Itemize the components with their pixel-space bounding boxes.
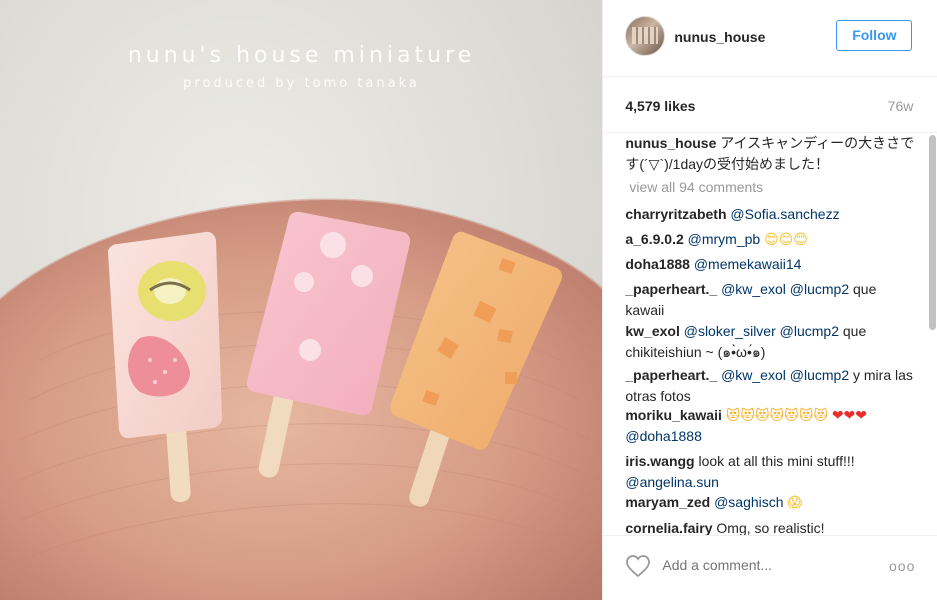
- more-options-icon[interactable]: ooo: [889, 558, 915, 574]
- mention-link[interactable]: @Sofia.sanchezz: [730, 206, 839, 222]
- comment-item: iris.wangg look at all this mini stuff!!…: [625, 451, 915, 493]
- comment-username[interactable]: maryam_zed: [625, 494, 710, 510]
- mention-link[interactable]: @angelina.sun: [625, 474, 719, 490]
- mention-link[interactable]: @lucmp2: [790, 281, 849, 297]
- post-header: nunus_house Follow: [603, 0, 937, 77]
- heart-icon[interactable]: [625, 554, 651, 578]
- comment-item: kw_exol @sloker_silver @lucmp2 que chiki…: [625, 321, 915, 363]
- comment-bar: ooo: [603, 535, 937, 601]
- comment-item: _paperheart._ @kw_exol @lucmp2 y mira la…: [625, 365, 915, 407]
- mention-link[interactable]: @saghisch: [714, 494, 783, 510]
- comment-item: charryritzabeth @Sofia.sanchezz: [625, 204, 915, 225]
- comment-text: look at all this mini stuff!!!: [698, 453, 855, 469]
- likes-count[interactable]: 4,579 likes: [625, 98, 695, 114]
- comment-username[interactable]: _paperheart._: [625, 281, 717, 297]
- emoji-yface-icon: 😱: [787, 494, 803, 510]
- comment-username[interactable]: iris.wangg: [625, 453, 694, 469]
- comment-item: _paperheart._ @kw_exol @lucmp2 que kawai…: [625, 279, 915, 321]
- mention-link[interactable]: @memekawaii14: [694, 256, 802, 272]
- mention-link[interactable]: @doha1888: [625, 428, 702, 444]
- comment-username[interactable]: cornelia.fairy: [625, 520, 712, 535]
- comments-scrollbar[interactable]: [929, 135, 936, 330]
- avatar[interactable]: [625, 16, 666, 56]
- emoji-cat-icon: 😻😻😻😻😻😻😻: [725, 407, 828, 423]
- comment-item: moriku_kawaii 😻😻😻😻😻😻😻 ❤❤❤ @doha1888: [625, 405, 915, 447]
- mention-link[interactable]: @lucmp2: [790, 367, 849, 383]
- mention-link[interactable]: @sloker_silver: [684, 323, 776, 339]
- mention-link[interactable]: @lucmp2: [780, 323, 839, 339]
- post-sidebar: nunus_house Follow 4,579 likes 76w nunus…: [602, 0, 937, 600]
- comment-username[interactable]: moriku_kawaii: [625, 407, 722, 423]
- comment-username[interactable]: kw_exol: [625, 323, 679, 339]
- watermark-title: nunu's house miniature: [127, 43, 476, 68]
- comment-item: doha1888 @memekawaii14: [625, 254, 915, 275]
- view-all-comments-link[interactable]: view all 94 comments: [629, 179, 763, 195]
- comment-item: maryam_zed @saghisch 😱: [625, 492, 915, 513]
- comment-username[interactable]: doha1888: [625, 256, 690, 272]
- post-username[interactable]: nunus_house: [674, 29, 765, 45]
- emoji-yface-icon: 😊😊😊: [764, 231, 808, 247]
- comment-username[interactable]: charryritzabeth: [625, 206, 726, 222]
- comment-item: cornelia.fairy Omg, so realistic!: [625, 518, 915, 535]
- caption-username[interactable]: nunus_house: [625, 135, 716, 151]
- add-comment-input[interactable]: [662, 557, 873, 573]
- comment-username[interactable]: a_6.9.0.2: [625, 231, 683, 247]
- comment-item: a_6.9.0.2 @mrym_pb 😊😊😊: [625, 229, 915, 250]
- follow-button[interactable]: Follow: [836, 20, 913, 51]
- post-age[interactable]: 76w: [888, 98, 914, 114]
- mention-link[interactable]: @kw_exol: [721, 367, 786, 383]
- mention-link[interactable]: @kw_exol: [721, 281, 786, 297]
- emoji-heart-icon: ❤❤❤: [831, 407, 868, 423]
- comment-text: Omg, so realistic!: [716, 520, 825, 535]
- watermark-subtitle: produced by tomo tanaka: [183, 76, 420, 91]
- mention-link[interactable]: @mrym_pb: [688, 231, 761, 247]
- caption: nunus_house アイスキャンディーの大きさです(´▽`)/1dayの受付…: [625, 133, 915, 175]
- post-photo[interactable]: nunu's house miniature produced by tomo …: [0, 0, 603, 600]
- comments-list[interactable]: nunus_house アイスキャンディーの大きさです(´▽`)/1dayの受付…: [603, 133, 937, 535]
- comment-username[interactable]: _paperheart._: [625, 367, 717, 383]
- likes-row: 4,579 likes 76w: [603, 76, 937, 133]
